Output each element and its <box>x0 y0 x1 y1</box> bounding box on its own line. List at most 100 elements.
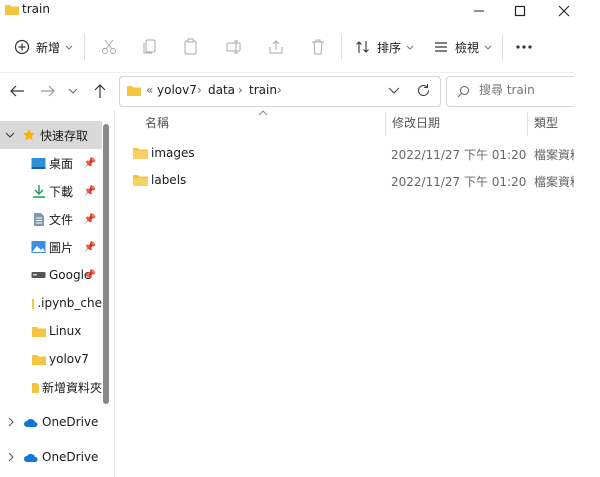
view-button[interactable]: 檢視 <box>433 34 493 60</box>
refresh-icon[interactable] <box>416 83 431 98</box>
breadcrumb-overflow[interactable]: « <box>146 83 153 97</box>
search-box[interactable] <box>446 76 588 107</box>
search-input[interactable] <box>477 82 581 98</box>
star-icon <box>23 129 35 141</box>
chevron-down-icon <box>484 45 492 50</box>
navigation-pane: 快速存取 桌面 📌 下載 📌 文件 📌 圖片 📌 Google 📌 .ipynb… <box>0 110 112 477</box>
address-dropdown-icon[interactable] <box>388 87 400 95</box>
chevron-right-icon <box>8 452 14 462</box>
column-divider[interactable] <box>385 112 386 136</box>
folder-icon <box>127 86 141 96</box>
chevron-down-icon <box>5 132 15 138</box>
delete-icon[interactable] <box>309 38 327 56</box>
nav-label: 桌面 <box>49 156 74 171</box>
title-bar: train <box>0 0 574 24</box>
new-button[interactable]: 新增 <box>14 34 74 60</box>
folder-icon <box>32 354 46 365</box>
chevron-down-icon <box>406 45 414 50</box>
more-options-icon[interactable] <box>515 40 533 54</box>
nav-item-linux[interactable]: Linux <box>0 317 102 345</box>
column-header-name[interactable]: 名稱 <box>145 114 169 131</box>
nav-item-new-folder[interactable]: 新增資料夾 <box>0 373 102 401</box>
picture-icon <box>31 241 46 253</box>
column-header-date[interactable]: 修改日期 <box>392 114 440 131</box>
share-icon[interactable] <box>267 38 285 56</box>
nav-label: yolov7 <box>49 352 89 366</box>
maximize-icon <box>514 5 526 17</box>
new-label: 新增 <box>36 40 61 55</box>
paste-icon[interactable] <box>182 38 200 56</box>
nav-label: OneDrive <box>42 450 99 464</box>
divider <box>84 34 85 60</box>
folder-icon <box>133 175 148 186</box>
cloud-icon <box>24 453 38 462</box>
download-icon <box>33 185 45 198</box>
sort-label: 排序 <box>377 40 402 55</box>
nav-onedrive-2[interactable]: OneDrive <box>0 443 102 471</box>
file-date: 2022/11/27 下午 01:20 <box>391 175 527 189</box>
table-row[interactable]: images 2022/11/27 下午 01:20 檔案資料 <box>120 140 582 166</box>
desktop-icon <box>31 157 46 169</box>
folder-icon <box>32 298 35 309</box>
breadcrumb-yolov7[interactable]: yolov7 <box>157 83 197 97</box>
chevron-right-icon: › <box>197 83 202 97</box>
nav-onedrive-1[interactable]: OneDrive <box>0 408 102 436</box>
divider <box>114 110 115 477</box>
nav-label: 新增資料夾 <box>41 380 102 395</box>
window-edge <box>574 0 600 477</box>
folder-icon <box>5 5 19 15</box>
sort-button[interactable]: 排序 <box>355 34 415 60</box>
cut-icon[interactable] <box>100 38 118 56</box>
forward-arrow-icon[interactable] <box>40 84 56 98</box>
breadcrumb-train[interactable]: train <box>249 83 277 97</box>
nav-scrollbar[interactable] <box>103 124 109 404</box>
document-icon <box>34 212 44 226</box>
pin-icon: 📌 <box>83 241 96 253</box>
nav-item-ipynb[interactable]: .ipynb_che <box>0 289 102 317</box>
up-arrow-icon[interactable] <box>93 83 107 99</box>
pin-icon: 📌 <box>83 213 96 225</box>
pin-icon: 📌 <box>83 157 96 169</box>
breadcrumb-data[interactable]: data <box>208 83 235 97</box>
search-icon <box>457 85 470 98</box>
drive-icon <box>31 272 46 278</box>
chevron-right-icon <box>8 417 14 427</box>
back-arrow-icon[interactable] <box>9 84 25 98</box>
nav-item-documents[interactable]: 文件 📌 <box>0 205 102 233</box>
copy-icon[interactable] <box>141 38 159 56</box>
nav-label: Linux <box>49 324 82 338</box>
minimize-button[interactable] <box>459 0 499 22</box>
nav-quick-access[interactable]: 快速存取 <box>0 121 102 149</box>
window-title: train <box>22 2 50 16</box>
table-row[interactable]: labels 2022/11/27 下午 01:20 檔案資料 <box>120 167 582 193</box>
column-header-type[interactable]: 類型 <box>534 114 558 131</box>
cloud-icon <box>24 418 38 427</box>
column-divider[interactable] <box>527 112 528 136</box>
view-list-icon <box>435 42 447 52</box>
sort-icon <box>356 41 369 53</box>
maximize-button[interactable] <box>500 0 540 22</box>
nav-label: 快速存取 <box>40 128 89 143</box>
chevron-down-icon <box>65 45 73 50</box>
divider <box>341 34 342 60</box>
sort-up-icon <box>258 110 268 116</box>
divider <box>502 34 503 60</box>
nav-label: 文件 <box>49 212 74 227</box>
folder-icon <box>32 326 46 337</box>
nav-item-desktop[interactable]: 桌面 📌 <box>0 149 102 177</box>
rename-icon[interactable] <box>225 38 243 56</box>
plus-circle-icon <box>14 39 30 55</box>
chevron-right-icon: › <box>238 83 243 97</box>
recent-chevron-icon[interactable] <box>68 87 78 95</box>
nav-item-pictures[interactable]: 圖片 📌 <box>0 233 102 261</box>
folder-icon <box>32 382 39 393</box>
command-bar: 新增 排序 檢視 <box>0 26 574 68</box>
nav-label: OneDrive <box>42 415 99 429</box>
nav-item-google[interactable]: Google 📌 <box>0 261 102 289</box>
nav-item-downloads[interactable]: 下載 📌 <box>0 177 102 205</box>
file-date: 2022/11/27 下午 01:20 <box>391 148 527 162</box>
address-bar[interactable]: « yolov7 › data › train › <box>119 76 441 107</box>
nav-label: 下載 <box>49 184 74 199</box>
view-label: 檢視 <box>455 40 480 55</box>
nav-item-yolov7[interactable]: yolov7 <box>0 345 102 373</box>
